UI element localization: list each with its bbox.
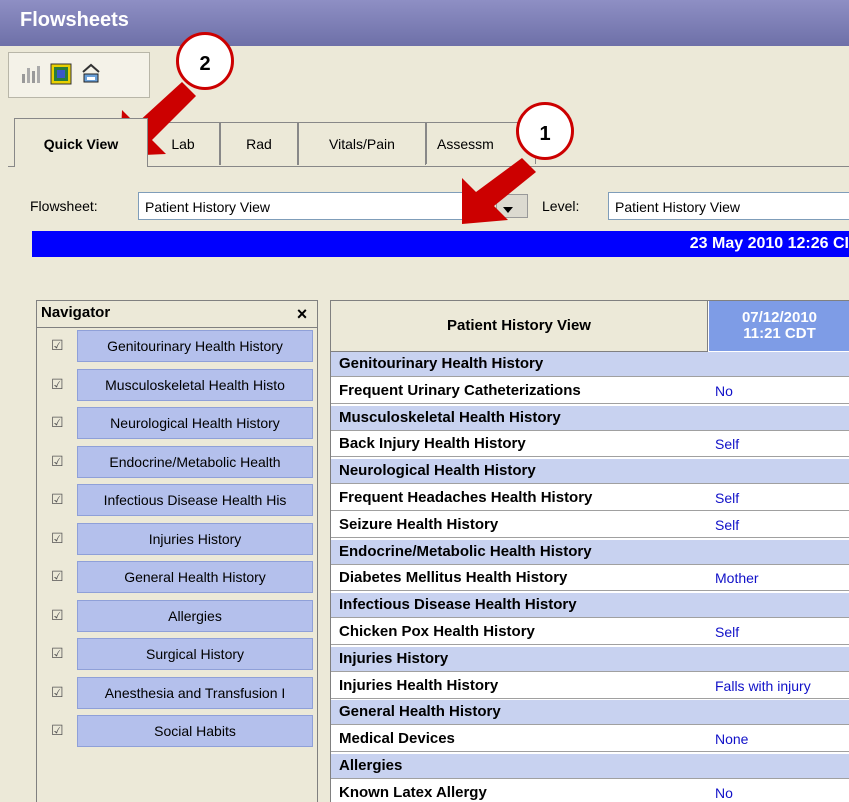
callout-2: 2 xyxy=(176,32,234,90)
tab-quick-view[interactable]: Quick View xyxy=(14,118,148,167)
flowsheets-window: Flowsheets Quick View Lab Rad Vitals/Pai… xyxy=(0,0,849,802)
callout-1: 1 xyxy=(516,102,574,160)
arrow-1-icon xyxy=(462,158,536,224)
callout-number: 2 xyxy=(199,53,211,75)
callout-number: 1 xyxy=(539,123,551,145)
tab-label: Quick View xyxy=(43,136,119,152)
